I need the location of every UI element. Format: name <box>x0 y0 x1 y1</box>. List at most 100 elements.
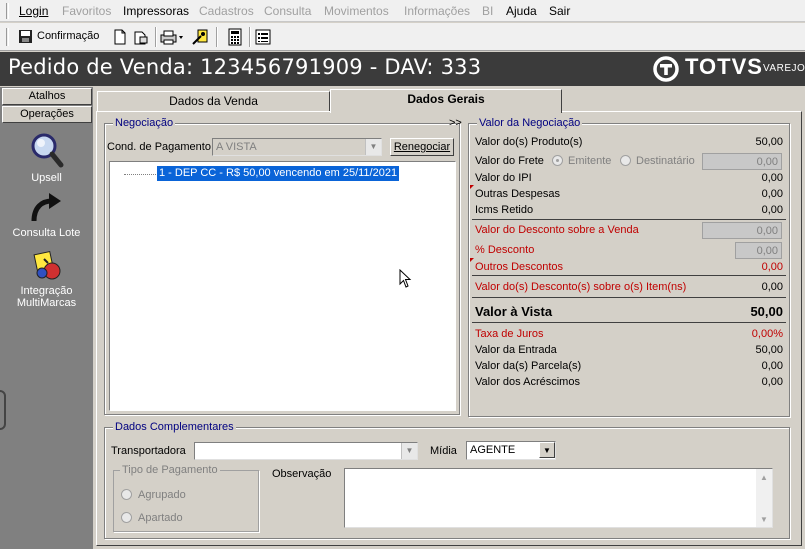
menu-impressoras[interactable]: Impressoras <box>123 4 189 18</box>
desconto-itens-label: Valor do(s) Desconto(s) sobre o(s) Item(… <box>475 281 687 293</box>
tab-dados-venda[interactable]: Dados da Venda <box>97 91 330 111</box>
calculator-icon[interactable] <box>226 28 244 46</box>
frete-label: Valor do Frete <box>475 155 544 167</box>
produtos-label: Valor do(s) Produto(s) <box>475 136 583 148</box>
cond-pagamento-select[interactable]: A VISTA ▼ <box>212 138 382 156</box>
emitente-label: Emitente <box>568 155 612 167</box>
desconto-venda-input[interactable]: 0,00 <box>702 222 782 239</box>
confirm-button[interactable]: Confirmação <box>16 27 102 47</box>
midia-select[interactable]: AGENTE ▼ <box>466 441 556 460</box>
tab-dados-gerais[interactable]: Dados Gerais <box>330 89 562 113</box>
destinatario-radio[interactable] <box>620 155 631 166</box>
scroll-down-icon[interactable]: ▼ <box>760 515 768 524</box>
export-icon[interactable] <box>132 28 150 46</box>
tab-page-dados-gerais: Negociação Cond. de Pagamento A VISTA ▼ … <box>96 111 802 546</box>
desconto-venda-label: Valor do Desconto sobre a Venda <box>475 224 639 236</box>
sidebar-tab-atalhos[interactable]: Atalhos <box>2 88 92 105</box>
menu-bar: Login Favoritos Impressoras Cadastros Co… <box>0 0 805 22</box>
menu-consulta[interactable]: Consulta <box>264 4 311 18</box>
sidebar-item-upsell[interactable]: Upsell <box>0 132 93 184</box>
tree-connector <box>124 174 158 175</box>
magnifier-icon <box>31 133 63 168</box>
menu-cadastros[interactable]: Cadastros <box>199 4 254 18</box>
outras-despesas-value: 0,00 <box>761 188 783 200</box>
negociacao-group: Negociação Cond. de Pagamento A VISTA ▼ … <box>104 117 460 415</box>
observacao-label: Observação <box>272 468 332 480</box>
tipo-pagamento-legend: Tipo de Pagamento <box>120 464 220 476</box>
sidebar-tab-operacoes[interactable]: Operações <box>2 106 92 123</box>
scroll-up-icon[interactable]: ▲ <box>760 473 768 482</box>
chevron-down-icon[interactable]: ▼ <box>401 443 417 459</box>
observacao-scrollbar[interactable]: ▲ ▼ <box>756 469 772 527</box>
required-marker <box>470 258 474 262</box>
page-header: Pedido de Venda: 123456791909 - DAV: 333… <box>0 52 805 86</box>
sidebar-item-label: Integração MultiMarcas <box>16 285 77 309</box>
menu-favoritos[interactable]: Favoritos <box>62 4 111 18</box>
icms-label: Icms Retido <box>475 204 534 216</box>
midia-label: Mídia <box>430 445 457 457</box>
menu-sair[interactable]: Sair <box>549 4 570 18</box>
menu-bi[interactable]: BI <box>482 4 493 18</box>
complementares-legend: Dados Complementares <box>113 421 236 433</box>
renegociar-button[interactable]: Renegociar <box>390 138 454 156</box>
toolbar-separator <box>216 27 218 47</box>
divider <box>472 219 786 220</box>
entrada-value: 50,00 <box>755 344 783 356</box>
curved-arrow-icon <box>31 193 61 222</box>
transportadora-select[interactable]: ▼ <box>194 442 418 460</box>
dados-complementares-group: Dados Complementares Transportadora ▼ Mí… <box>104 421 790 539</box>
transportadora-label: Transportadora <box>111 445 186 457</box>
menu-informacoes[interactable]: Informações <box>404 4 470 18</box>
parcelas-label: Valor da(s) Parcela(s) <box>475 360 582 372</box>
avista-value: 50,00 <box>750 304 783 319</box>
brand-name: TOTVS <box>685 54 763 79</box>
save-icon <box>19 30 32 43</box>
chevron-down-icon[interactable]: ▼ <box>539 442 555 458</box>
outros-descontos-value: 0,00 <box>761 261 783 273</box>
new-document-icon[interactable] <box>111 28 129 46</box>
list-icon[interactable] <box>254 28 272 46</box>
expand-marker[interactable]: >> <box>449 117 462 129</box>
ipi-value: 0,00 <box>761 172 783 184</box>
desconto-itens-value: 0,00 <box>761 281 783 293</box>
print-icon[interactable] <box>160 28 184 46</box>
frete-input[interactable]: 0,00 <box>702 153 782 170</box>
icms-value: 0,00 <box>761 204 783 216</box>
observacao-textarea[interactable]: ▲ ▼ <box>344 468 773 528</box>
chevron-down-icon[interactable]: ▼ <box>365 139 381 155</box>
pct-desconto-label: % Desconto <box>475 244 535 256</box>
confirm-label: Confirmação <box>37 30 100 42</box>
sidebar-item-integracao[interactable]: Integração MultiMarcas <box>0 249 93 309</box>
agrupado-radio[interactable] <box>121 489 132 500</box>
destinatario-label: Destinatário <box>636 155 695 167</box>
avista-label: Valor à Vista <box>475 304 553 319</box>
required-marker <box>470 185 474 189</box>
agrupado-label: Agrupado <box>138 489 186 501</box>
juros-value: 0,00% <box>751 328 783 340</box>
parcelas-tree[interactable]: 1 - DEP CC - R$ 50,00 vencendo em 25/11/… <box>109 161 456 411</box>
menu-grip <box>6 3 9 19</box>
apartado-label: Apartado <box>138 512 183 524</box>
toolbar-grip <box>6 28 9 46</box>
outros-descontos-label: Outros Descontos <box>475 261 564 273</box>
valor-negociacao-group: Valor da Negociação Valor do(s) Produto(… <box>468 117 790 417</box>
page-title: Pedido de Venda: 123456791909 - DAV: 333 <box>8 55 482 79</box>
wizard-icon[interactable] <box>191 28 209 46</box>
tree-item-selected[interactable]: 1 - DEP CC - R$ 50,00 vencendo em 25/11/… <box>155 165 401 182</box>
parcelas-value: 0,00 <box>761 360 783 372</box>
acrescimos-value: 0,00 <box>761 376 783 388</box>
toolbar-separator <box>155 27 157 47</box>
tipo-pagamento-group: Tipo de Pagamento Agrupado Apartado <box>113 464 259 532</box>
apartado-radio[interactable] <box>121 512 132 523</box>
outras-despesas-label: Outras Despesas <box>475 188 560 200</box>
menu-login[interactable]: Login <box>19 4 48 18</box>
emitente-radio[interactable] <box>552 155 563 166</box>
menu-ajuda[interactable]: Ajuda <box>506 4 537 18</box>
menu-movimentos[interactable]: Movimentos <box>324 4 389 18</box>
juros-label: Taxa de Juros <box>475 328 544 340</box>
pct-desconto-input[interactable]: 0,00 <box>735 242 782 259</box>
negociacao-legend: Negociação <box>113 117 176 129</box>
sidebar-item-consulta-lote[interactable]: Consulta Lote <box>0 191 93 239</box>
integration-icon <box>33 250 60 280</box>
toolbar-separator <box>249 27 251 47</box>
